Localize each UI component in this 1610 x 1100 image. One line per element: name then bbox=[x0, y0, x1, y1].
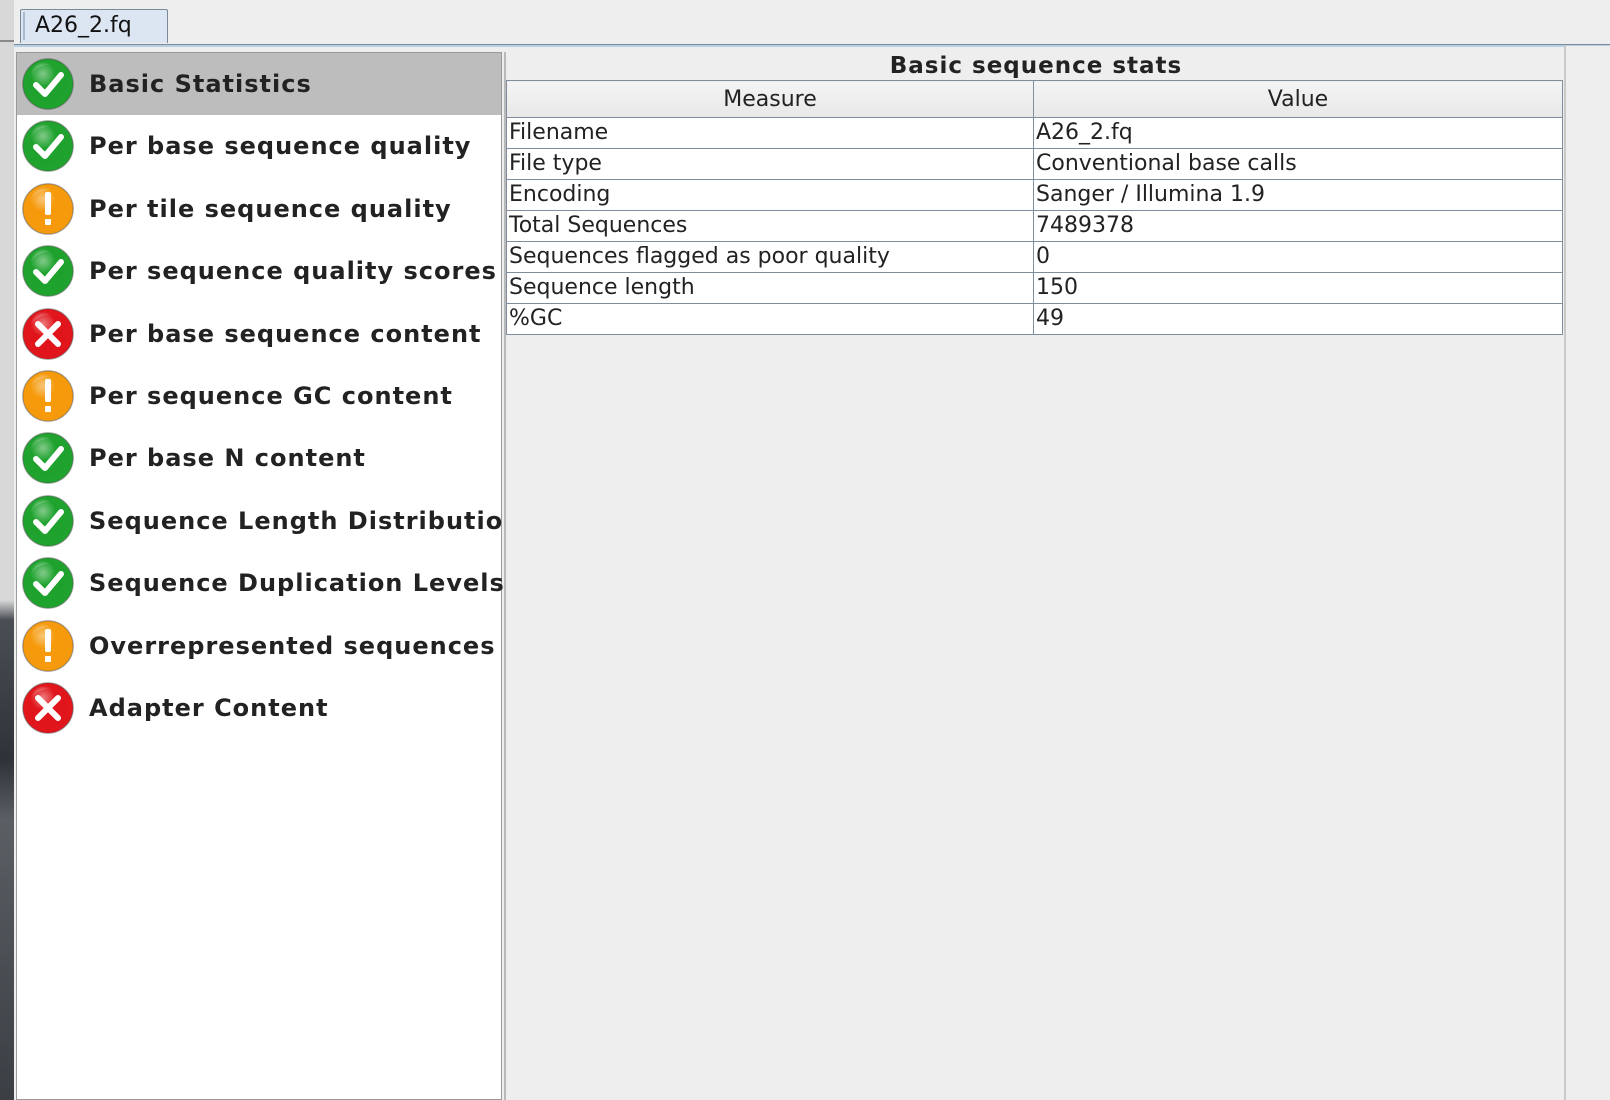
pass-icon bbox=[20, 118, 76, 174]
stats-table-body: Filename A26_2.fq File type Conventional ba… bbox=[506, 117, 1563, 335]
module-label: Sequence Length Distribution bbox=[89, 506, 522, 535]
module-label: Per sequence quality scores bbox=[89, 257, 497, 286]
pass-icon bbox=[20, 430, 76, 486]
column-header-measure[interactable]: Measure bbox=[506, 80, 1034, 118]
module-item[interactable]: Per sequence quality scores bbox=[17, 240, 501, 302]
module-label: Per tile sequence quality bbox=[89, 194, 452, 223]
value-cell: A26_2.fq bbox=[1033, 117, 1563, 149]
fastqc-window: A26_2.fq Basic Statistics Per base sequen… bbox=[0, 0, 1610, 1100]
table-row[interactable]: %GC 49 bbox=[506, 303, 1563, 335]
module-label: Basic Statistics bbox=[89, 70, 312, 98]
table-header-row: Measure Value bbox=[506, 80, 1563, 118]
module-label: Per base sequence quality bbox=[89, 132, 472, 161]
measure-cell: File type bbox=[506, 148, 1034, 180]
tab-edge bbox=[23, 12, 25, 40]
module-item[interactable]: Per tile sequence quality bbox=[17, 178, 501, 240]
module-label: Per base N content bbox=[89, 444, 366, 473]
stats-table-title: Basic sequence stats bbox=[889, 53, 1183, 79]
warning-icon bbox=[20, 618, 76, 674]
divider bbox=[0, 40, 14, 42]
module-label: Overrepresented sequences bbox=[89, 631, 496, 660]
measure-cell: Sequence length bbox=[506, 272, 1034, 304]
stats-panel: Basic sequence stats Measure Value Filen… bbox=[504, 52, 1564, 1100]
value-cell: Sanger / Illumina 1.9 bbox=[1033, 179, 1563, 211]
tab-file[interactable]: A26_2.fq bbox=[20, 9, 168, 43]
module-label: Sequence Duplication Levels bbox=[89, 569, 505, 598]
table-row[interactable]: File type Conventional base calls bbox=[506, 148, 1563, 180]
module-item[interactable]: Overrepresented sequences bbox=[17, 615, 501, 677]
warning-icon bbox=[20, 368, 76, 424]
table-row[interactable]: Encoding Sanger / Illumina 1.9 bbox=[506, 179, 1563, 211]
tab-bar-baseline bbox=[14, 44, 1610, 47]
measure-cell: %GC bbox=[506, 303, 1034, 335]
pass-icon bbox=[20, 243, 76, 299]
value-cell: 0 bbox=[1033, 241, 1563, 273]
value-cell: 49 bbox=[1033, 303, 1563, 335]
module-item[interactable]: Basic Statistics bbox=[17, 53, 501, 115]
module-label: Per base sequence content bbox=[89, 319, 482, 348]
table-row[interactable]: Sequences flagged as poor quality 0 bbox=[506, 241, 1563, 273]
module-label: Per sequence GC content bbox=[89, 382, 453, 410]
divider bbox=[1564, 46, 1566, 1100]
fail-icon bbox=[20, 680, 76, 736]
module-item[interactable]: Per base sequence content bbox=[17, 303, 501, 365]
module-item[interactable]: Adapter Content bbox=[17, 677, 501, 739]
module-label: Adapter Content bbox=[89, 694, 329, 722]
pass-icon bbox=[20, 493, 76, 549]
table-row[interactable]: Sequence length 150 bbox=[506, 272, 1563, 304]
module-item[interactable]: Sequence Duplication Levels bbox=[17, 552, 504, 614]
measure-cell: Sequences flagged as poor quality bbox=[506, 241, 1034, 273]
tab-bar: A26_2.fq bbox=[14, 0, 1610, 47]
column-header-value[interactable]: Value bbox=[1033, 80, 1563, 118]
stats-table: Measure Value Filename A26_2.fq File type C… bbox=[506, 80, 1563, 335]
value-cell: 7489378 bbox=[1033, 210, 1563, 242]
desktop-background-strip bbox=[0, 0, 14, 1100]
table-row[interactable]: Filename A26_2.fq bbox=[506, 117, 1563, 149]
module-item[interactable]: Sequence Length Distribution bbox=[17, 490, 520, 552]
module-list: Basic Statistics Per base sequence qualit… bbox=[16, 52, 520, 1100]
fail-icon bbox=[20, 306, 76, 362]
table-row[interactable]: Total Sequences 7489378 bbox=[506, 210, 1563, 242]
measure-cell: Filename bbox=[506, 117, 1034, 149]
measure-cell: Encoding bbox=[506, 179, 1034, 211]
module-item[interactable]: Per base sequence quality bbox=[17, 115, 501, 177]
tab-file-label: A26_2.fq bbox=[35, 13, 132, 38]
window-right-edge bbox=[1564, 46, 1610, 1100]
measure-cell: Total Sequences bbox=[506, 210, 1034, 242]
warning-icon bbox=[20, 181, 76, 237]
module-item[interactable]: Per base N content bbox=[17, 427, 501, 489]
value-cell: 150 bbox=[1033, 272, 1563, 304]
value-cell: Conventional base calls bbox=[1033, 148, 1563, 180]
module-item[interactable]: Per sequence GC content bbox=[17, 365, 501, 427]
pass-icon bbox=[20, 56, 76, 112]
pass-icon bbox=[20, 555, 76, 611]
